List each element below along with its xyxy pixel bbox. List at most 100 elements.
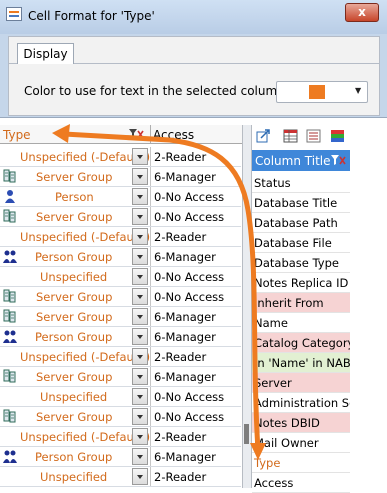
access-cell[interactable]: 6-Manager (150, 327, 241, 346)
type-dropdown-button[interactable] (132, 168, 148, 185)
column-list-item[interactable]: Notes Replica ID (252, 273, 350, 293)
type-dropdown-button[interactable] (132, 328, 148, 345)
type-cell[interactable]: Server Group (0, 307, 150, 326)
column-list-item[interactable]: Type (252, 453, 350, 473)
type-value: Unspecified (40, 270, 108, 284)
access-cell[interactable]: 0-No Access (150, 207, 241, 226)
type-cell[interactable]: Server Group (0, 167, 150, 186)
type-cell[interactable]: Unspecified (-Default-) (0, 347, 150, 366)
table-row[interactable]: Unspecified (-Default-) 2-Reader (0, 147, 241, 167)
type-cell[interactable]: Unspecified (0, 467, 150, 486)
type-dropdown-button[interactable] (132, 148, 148, 165)
type-dropdown-button[interactable] (132, 228, 148, 245)
access-cell[interactable]: 0-No Access (150, 287, 241, 306)
type-cell[interactable]: Server Group (0, 207, 150, 226)
color-grid-icon[interactable] (330, 129, 345, 143)
table-row[interactable]: Unspecified (-Default-) 2-Reader (0, 427, 241, 447)
access-cell[interactable]: 2-Reader (150, 467, 241, 486)
column-list-item[interactable]: Database Path (252, 213, 350, 233)
type-dropdown-button[interactable] (132, 348, 148, 365)
table-row[interactable]: Server Group 6-Manager (0, 367, 241, 387)
table-row[interactable]: Unspecified 0-No Access (0, 267, 241, 287)
type-cell[interactable]: Server Group (0, 287, 150, 306)
access-cell[interactable]: 6-Manager (150, 167, 241, 186)
column-list-item[interactable]: Name (252, 313, 350, 333)
type-dropdown-button[interactable] (132, 288, 148, 305)
table-row[interactable]: Server Group 0-No Access (0, 407, 241, 427)
table-row[interactable]: Server Group 6-Manager (0, 167, 241, 187)
table-row[interactable]: Server Group 0-No Access (0, 207, 241, 227)
column-list-item[interactable]: Status (252, 173, 350, 193)
type-cell[interactable]: Person (0, 187, 150, 206)
column-list-item[interactable]: Inherit From (252, 293, 350, 313)
access-cell[interactable]: 0-No Access (150, 387, 241, 406)
column-list-item[interactable]: Database Title (252, 193, 350, 213)
close-button[interactable]: x (345, 3, 379, 22)
type-cell[interactable]: Person Group (0, 447, 150, 466)
type-dropdown-button[interactable] (132, 428, 148, 445)
table-row[interactable]: Person Group 6-Manager (0, 247, 241, 267)
type-value: Server Group (36, 310, 113, 324)
column-list-item[interactable]: Catalog Category (252, 333, 350, 353)
column-item-label: Notes DBID (254, 416, 320, 430)
type-cell[interactable]: Person Group (0, 327, 150, 346)
access-cell[interactable]: 0-No Access (150, 407, 241, 426)
column-list-item[interactable]: Access (252, 473, 350, 493)
access-cell[interactable]: 2-Reader (150, 147, 241, 166)
type-cell[interactable]: Server Group (0, 407, 150, 426)
access-cell[interactable]: 0-No Access (150, 267, 241, 286)
type-cell[interactable]: Unspecified (-Default-) (0, 227, 150, 246)
splitter-grip[interactable] (244, 424, 249, 444)
column-list-item[interactable]: Server (252, 373, 350, 393)
type-dropdown-button[interactable] (132, 208, 148, 225)
access-cell[interactable]: 6-Manager (150, 367, 241, 386)
type-dropdown-button[interactable] (132, 368, 148, 385)
column-list-item[interactable]: Database File (252, 233, 350, 253)
column-list-item[interactable]: Mail Owner (252, 433, 350, 453)
table-row[interactable]: Unspecified 2-Reader (0, 467, 241, 487)
type-value: Server Group (36, 410, 113, 424)
export-icon[interactable] (256, 129, 271, 143)
table-row[interactable]: Person Group 6-Manager (0, 327, 241, 347)
table-row[interactable]: Person 0-No Access (0, 187, 241, 207)
type-dropdown-button[interactable] (132, 268, 148, 285)
access-cell[interactable]: 2-Reader (150, 227, 241, 246)
type-cell[interactable]: Unspecified (-Default-) (0, 147, 150, 166)
column-list-item[interactable]: In 'Name' in NAB? (252, 353, 350, 373)
type-dropdown-button[interactable] (132, 188, 148, 205)
filter-icon[interactable] (330, 153, 346, 167)
column-list-item[interactable]: Notes DBID (252, 413, 350, 433)
list-icon[interactable] (306, 129, 321, 143)
table-row[interactable]: Person Group 6-Manager (0, 447, 241, 467)
type-cell[interactable]: Server Group (0, 367, 150, 386)
type-cell[interactable]: Unspecified (0, 267, 150, 286)
table-row[interactable]: Server Group 0-No Access (0, 287, 241, 307)
access-cell[interactable]: 6-Manager (150, 447, 241, 466)
access-cell[interactable]: 2-Reader (150, 427, 241, 446)
type-dropdown-button[interactable] (132, 468, 148, 485)
access-cell[interactable]: 0-No Access (150, 187, 241, 206)
access-cell[interactable]: 6-Manager (150, 247, 241, 266)
type-cell[interactable]: Unspecified (-Default-) (0, 427, 150, 446)
column-list-item[interactable]: Administration Server (252, 393, 350, 413)
table-row[interactable]: Unspecified (-Default-) 2-Reader (0, 227, 241, 247)
table-row[interactable]: Unspecified 0-No Access (0, 387, 241, 407)
type-cell[interactable]: Unspecified (0, 387, 150, 406)
type-dropdown-button[interactable] (132, 408, 148, 425)
type-dropdown-button[interactable] (132, 308, 148, 325)
type-dropdown-button[interactable] (132, 248, 148, 265)
chevron-down-icon[interactable]: ▼ (355, 86, 361, 95)
table-row[interactable]: Unspecified (-Default-) 2-Reader (0, 347, 241, 367)
table-row[interactable]: Server Group 6-Manager (0, 307, 241, 327)
grid-red-icon[interactable] (283, 129, 298, 143)
column-list-item[interactable]: Database Type (252, 253, 350, 273)
access-cell[interactable]: 2-Reader (150, 347, 241, 366)
type-cell[interactable]: Person Group (0, 247, 150, 266)
type-dropdown-button[interactable] (132, 448, 148, 465)
access-header-label: Access (153, 128, 195, 142)
tab-display[interactable]: Display (17, 43, 74, 64)
color-swatch[interactable] (309, 85, 325, 99)
access-cell[interactable]: 6-Manager (150, 307, 241, 326)
type-dropdown-button[interactable] (132, 388, 148, 405)
filter-icon[interactable] (128, 127, 144, 141)
